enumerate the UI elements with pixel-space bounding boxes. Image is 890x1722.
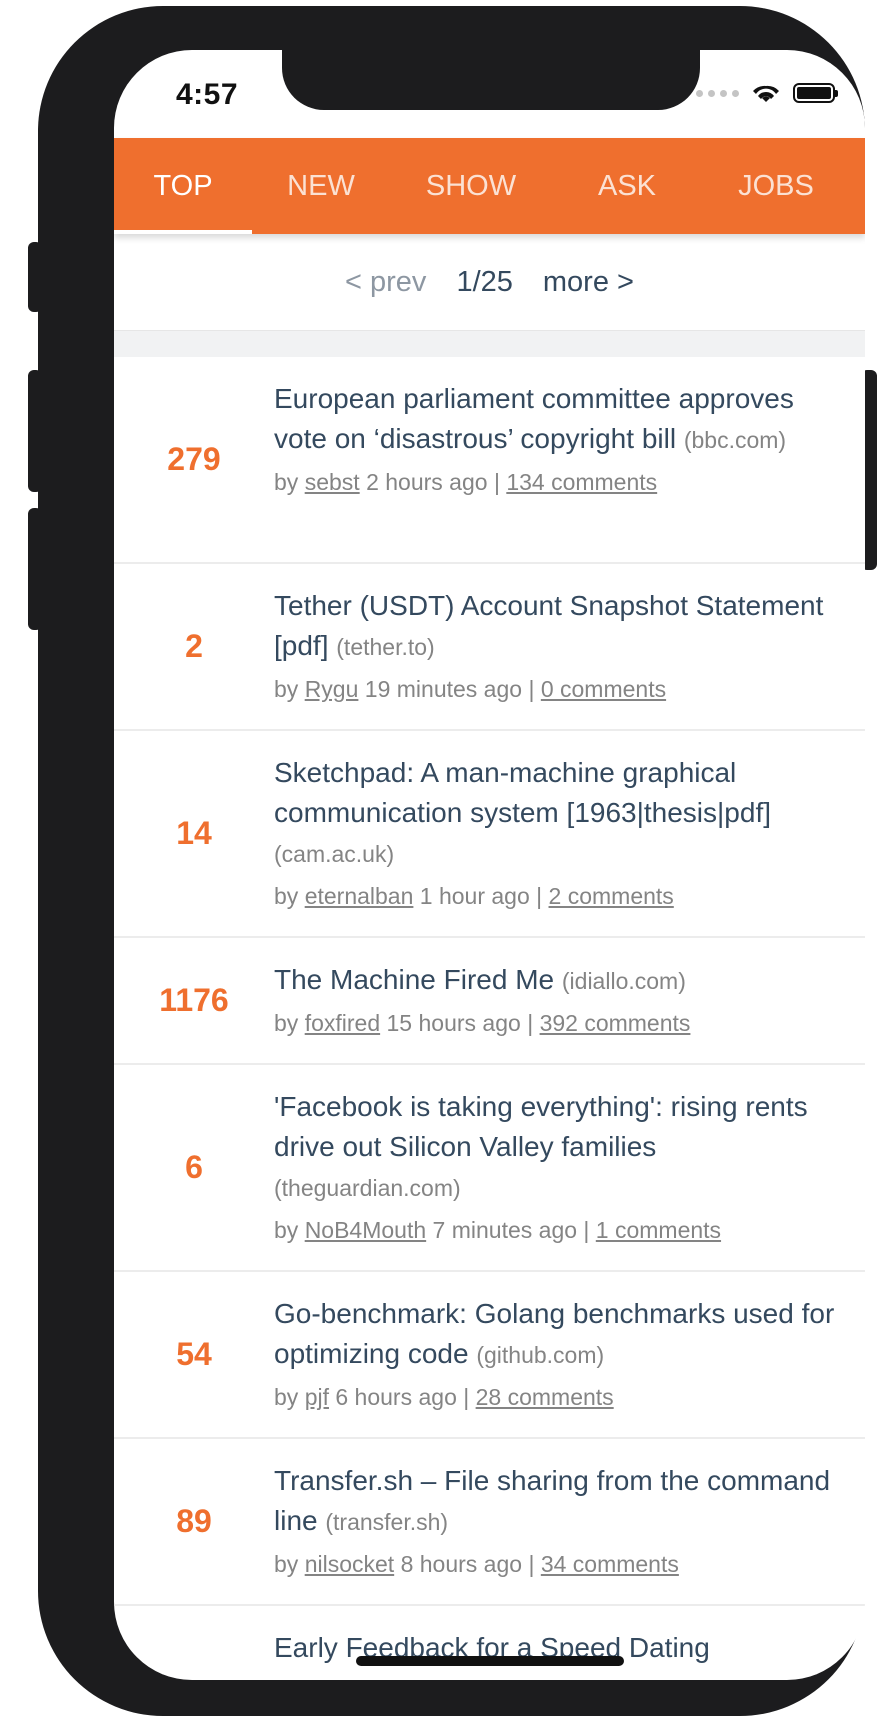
- story-meta: by nilsocket 8 hours ago | 34 comments: [274, 1551, 679, 1577]
- story-host: (idiallo.com): [561, 968, 686, 994]
- story-meta: by NoB4Mouth 7 minutes ago | 1 comments: [274, 1217, 722, 1243]
- story-meta: by pjf 6 hours ago | 28 comments: [274, 1384, 614, 1410]
- prev-page-link[interactable]: < prev: [345, 266, 426, 299]
- story-row[interactable]: 89 Transfer.sh – File sharing from the c…: [114, 1439, 865, 1606]
- story-title[interactable]: Sketchpad: A man-machine graphical commu…: [274, 753, 849, 874]
- story-user-link[interactable]: eternalban: [305, 883, 414, 909]
- story-comments-link[interactable]: 0 comments: [541, 676, 666, 702]
- story-user-link[interactable]: Rygu: [305, 676, 359, 702]
- story-score: 279: [167, 441, 221, 477]
- story-score: 54: [176, 1336, 212, 1372]
- story-user-link[interactable]: sebst: [305, 469, 360, 495]
- pagination: < prev 1/25 more >: [114, 234, 865, 331]
- list-divider: [114, 331, 865, 357]
- story-user-link[interactable]: foxfired: [305, 1010, 380, 1036]
- story-host: (bbc.com): [683, 427, 787, 453]
- story-comments-link[interactable]: 1 comments: [596, 1217, 721, 1243]
- cellular-signal-icon: [696, 89, 739, 97]
- story-row[interactable]: Early Feedback for a Speed Dating: [114, 1606, 865, 1680]
- story-row[interactable]: 279 European parliament committee approv…: [114, 357, 865, 564]
- tab-ask[interactable]: ASK: [552, 138, 702, 234]
- story-meta: by eternalban 1 hour ago | 2 comments: [274, 883, 674, 909]
- story-meta: by sebst 2 hours ago | 134 comments: [274, 469, 658, 495]
- story-score: [114, 1606, 274, 1680]
- story-user-link[interactable]: pjf: [305, 1384, 329, 1410]
- story-row[interactable]: 14 Sketchpad: A man-machine graphical co…: [114, 731, 865, 938]
- story-host: (theguardian.com): [274, 1175, 461, 1201]
- story-row[interactable]: 6 'Facebook is taking everything': risin…: [114, 1065, 865, 1272]
- story-comments-link[interactable]: 2 comments: [549, 883, 674, 909]
- page-indicator: 1/25: [456, 265, 513, 298]
- story-comments-link[interactable]: 134 comments: [506, 469, 657, 495]
- tab-jobs[interactable]: JOBS: [702, 138, 850, 234]
- story-meta: by Rygu 19 minutes ago | 0 comments: [274, 676, 667, 702]
- status-icons: [696, 82, 838, 104]
- story-comments-link[interactable]: 392 comments: [540, 1010, 691, 1036]
- notch: [282, 50, 700, 110]
- story-score: 14: [176, 815, 212, 851]
- story-row[interactable]: 2 Tether (USDT) Account Snapshot Stateme…: [114, 564, 865, 731]
- story-host: (tether.to): [336, 634, 435, 660]
- story-title[interactable]: The Machine Fired Me (idiallo.com): [274, 960, 849, 1001]
- screen: 4:57 TOP NEW SHOW ASK JOBS < prev 1/25 m…: [114, 50, 865, 1680]
- story-host: (github.com): [476, 1342, 605, 1368]
- story-user-link[interactable]: NoB4Mouth: [305, 1217, 426, 1243]
- status-time: 4:57: [176, 78, 239, 111]
- wifi-icon: [753, 85, 779, 102]
- story-title[interactable]: Tether (USDT) Account Snapshot Statement…: [274, 586, 849, 667]
- battery-icon: [793, 83, 838, 103]
- story-comments-link[interactable]: 28 comments: [476, 1384, 614, 1410]
- story-meta: by foxfired 15 hours ago | 392 comments: [274, 1010, 691, 1036]
- story-row[interactable]: 1176 The Machine Fired Me (idiallo.com) …: [114, 938, 865, 1065]
- tab-top[interactable]: TOP: [114, 138, 252, 234]
- story-host: (transfer.sh): [325, 1509, 449, 1535]
- story-comments-link[interactable]: 34 comments: [541, 1551, 679, 1577]
- story-list: 279 European parliament committee approv…: [114, 357, 865, 1680]
- home-indicator[interactable]: [356, 1656, 624, 1666]
- story-host: (cam.ac.uk): [274, 841, 395, 867]
- story-row[interactable]: 54 Go-benchmark: Golang benchmarks used …: [114, 1272, 865, 1439]
- next-page-link[interactable]: more >: [543, 266, 634, 299]
- story-score: 2: [185, 628, 203, 664]
- story-score: 89: [176, 1503, 212, 1539]
- story-score: 1176: [159, 982, 229, 1018]
- tab-bar: TOP NEW SHOW ASK JOBS: [114, 138, 865, 234]
- story-user-link[interactable]: nilsocket: [305, 1551, 394, 1577]
- story-title[interactable]: European parliament committee approves v…: [274, 379, 849, 460]
- tab-show[interactable]: SHOW: [390, 138, 552, 234]
- story-title[interactable]: Go-benchmark: Golang benchmarks used for…: [274, 1294, 849, 1375]
- phone-frame: 4:57 TOP NEW SHOW ASK JOBS < prev 1/25 m…: [38, 6, 865, 1716]
- story-title[interactable]: 'Facebook is taking everything': rising …: [274, 1087, 849, 1208]
- story-title[interactable]: Transfer.sh – File sharing from the comm…: [274, 1461, 849, 1542]
- tab-new[interactable]: NEW: [252, 138, 390, 234]
- story-score: 6: [185, 1149, 203, 1185]
